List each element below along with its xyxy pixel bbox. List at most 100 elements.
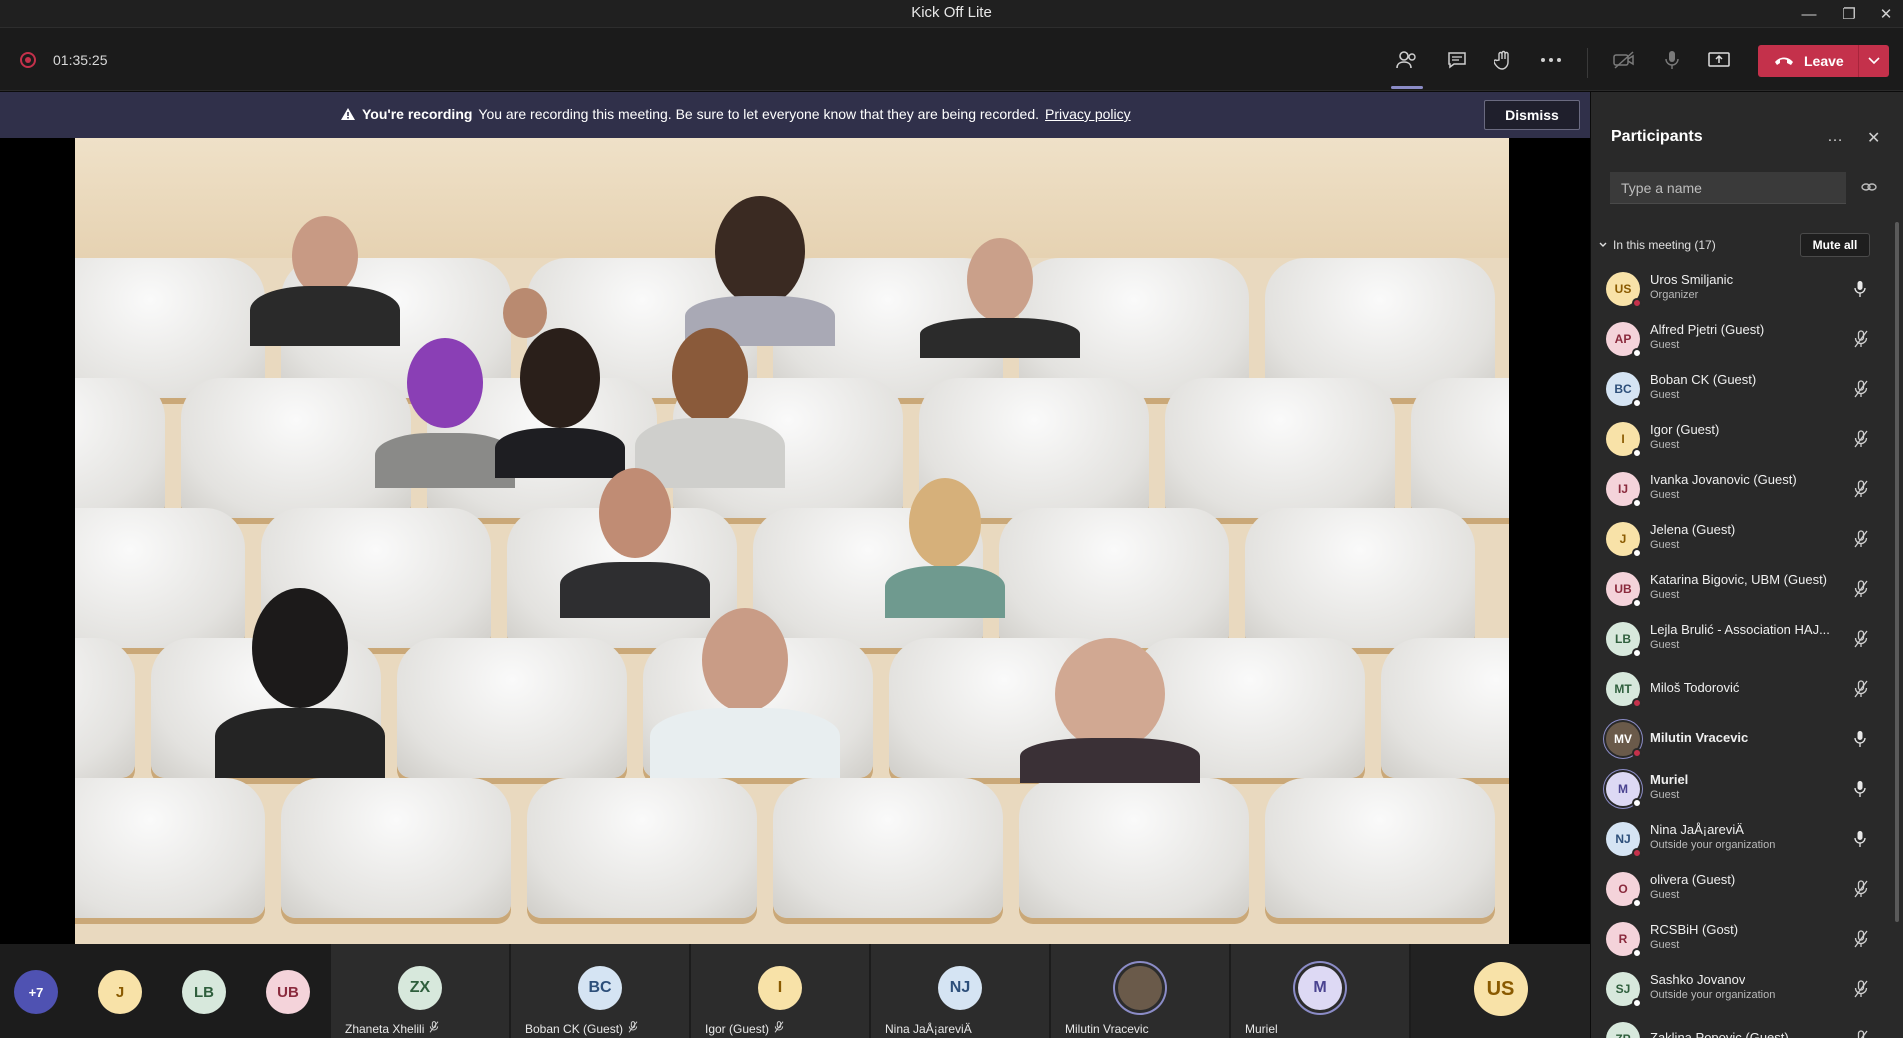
mic-toggle-button[interactable] [1656,45,1688,75]
muted-mic-icon[interactable] [1854,580,1868,603]
tile-name-label: Nina JaÅ¡areviÄ [885,1022,972,1036]
tile-name: Boban CK (Guest) [525,1021,638,1036]
participant-role: Guest [1650,439,1680,451]
privacy-policy-link[interactable]: Privacy policy [1045,106,1131,122]
mic-icon[interactable] [1854,730,1866,753]
participant-tile[interactable]: BC Boban CK (Guest) [511,944,689,1038]
presence-status-icon [1632,498,1642,508]
panel-more-options-button[interactable]: … [1827,128,1843,146]
dismiss-button[interactable]: Dismiss [1484,100,1580,130]
muted-mic-icon[interactable] [1854,330,1868,353]
together-mode-scene [75,138,1509,944]
mic-icon[interactable] [1854,780,1866,803]
participant-row[interactable]: US Uros Smiljanic Organizer [1591,264,1891,314]
participant-row[interactable]: MT Miloš Todorović [1591,664,1891,714]
camera-toggle-button[interactable] [1608,45,1640,75]
mute-all-button[interactable]: Mute all [1800,233,1870,257]
participant-row[interactable]: SJ Sashko Jovanov Outside your organizatio… [1591,964,1891,1014]
presence-status-icon [1632,898,1642,908]
muted-mic-icon[interactable] [1854,430,1868,453]
restore-button[interactable]: ❐ [1829,0,1869,28]
participant-avatar[interactable]: J [98,970,142,1014]
meeting-toolbar: 01:35:25 Leave [0,28,1903,91]
section-label: In this meeting (17) [1613,238,1716,252]
participant-row[interactable]: Oolivera (Guest) Guest [1591,864,1891,914]
show-chat-button[interactable] [1441,45,1473,75]
participant-tile[interactable]: M Muriel [1231,944,1409,1038]
participant-name: Sashko Jovanov [1650,972,1746,987]
window-title: Kick Off Lite [911,4,992,21]
overflow-participants-button[interactable]: +7 [14,970,58,1014]
muted-mic-icon[interactable] [1854,480,1868,503]
tile-name-label: Igor (Guest) [705,1021,770,1036]
presence-status-icon [1632,998,1642,1008]
participant-tile[interactable]: Milutin Vracevic [1051,944,1229,1038]
muted-mic-icon[interactable] [1854,930,1868,953]
participant-row[interactable]: M Muriel Guest [1591,764,1891,814]
muted-mic-icon[interactable] [1854,380,1868,403]
participant-role: Guest [1650,339,1680,351]
toolbar-divider [1587,48,1588,78]
participant-name: Jelena (Guest) [1650,522,1736,537]
minimize-button[interactable]: — [1789,0,1829,28]
participant-row[interactable]: R RCSBiH (Gost) Guest [1591,914,1891,964]
participant-tile[interactable]: ZX Zhaneta Xhelili [331,944,509,1038]
leave-button[interactable]: Leave [1758,45,1889,77]
muted-mic-icon[interactable] [1854,630,1868,653]
participant-name: Katarina Bigovic, UBM (Guest) [1650,572,1828,587]
muted-mic-icon[interactable] [1854,530,1868,553]
participant-row[interactable]: I Igor (Guest) Guest [1591,414,1891,464]
participants-panel: Participants … ✕ In this meeting (17) Mu… [1591,92,1903,1038]
participant-role: Guest [1650,539,1680,551]
participant-row[interactable]: AP Alfred Pjetri (Guest) Guest [1591,314,1891,364]
muted-mic-icon[interactable] [1854,880,1868,903]
seat-row [75,778,1509,918]
tile-name-label: Boban CK (Guest) [525,1021,624,1036]
participant-row[interactable]: NJ Nina JaÅ¡areviÄ Outside your organizati… [1591,814,1891,864]
participant-tile[interactable]: US [1411,944,1590,1038]
tile-avatar [1118,966,1162,1010]
title-bar: Kick Off Lite — ❐ ✕ [0,0,1903,28]
recording-message: You are recording this meeting. Be sure … [478,106,1040,122]
raise-hand-button[interactable] [1487,45,1519,75]
participant-name: Ivanka Jovanovic (Guest) [1650,472,1797,487]
participant-gallery: +7 J LB UB ZX Zhaneta Xhelili BC Boban CK (… [0,944,1590,1038]
tile-name: Igor (Guest) [705,1021,784,1036]
presence-status-icon [1632,298,1642,308]
participants-icon [1396,51,1416,69]
presence-status-icon [1632,948,1642,958]
show-participants-button[interactable] [1391,45,1423,89]
mic-icon[interactable] [1854,280,1866,303]
mic-icon[interactable] [1854,830,1866,853]
participant-row[interactable]: MV Milutin Vracevic [1591,714,1891,764]
in-meeting-section-toggle[interactable]: In this meeting (17) [1599,238,1716,252]
participant-tile[interactable]: I Igor (Guest) [691,944,869,1038]
muted-mic-icon[interactable] [1854,980,1868,1003]
hang-up-icon [1774,56,1800,66]
muted-mic-icon[interactable] [1854,680,1868,703]
participant-row[interactable]: LB Lejla Brulić - Association HAJ... Guest [1591,614,1891,664]
chat-icon [1448,52,1466,69]
participant-row[interactable]: ZP Zaklina Popovic (Guest) [1591,1014,1891,1038]
participant-row[interactable]: BC Boban CK (Guest) Guest [1591,364,1891,414]
leave-options-chevron-icon[interactable] [1862,45,1886,77]
close-window-button[interactable]: ✕ [1866,0,1903,28]
participant-row[interactable]: IJ Ivanka Jovanovic (Guest) Guest [1591,464,1891,514]
more-actions-button[interactable] [1535,45,1567,75]
participant-tile[interactable]: NJ Nina JaÅ¡areviÄ [871,944,1049,1038]
presence-status-icon [1632,598,1642,608]
participant-search-input[interactable] [1610,172,1846,204]
panel-scrollbar[interactable] [1895,222,1899,922]
participant-row[interactable]: UB Katarina Bigovic, UBM (Guest) Guest [1591,564,1891,614]
muted-mic-icon[interactable] [1854,1030,1868,1038]
panel-close-icon[interactable]: ✕ [1867,128,1880,148]
tile-avatar: NJ [938,966,982,1010]
participant-name: RCSBiH (Gost) [1650,922,1739,937]
participant-row[interactable]: J Jelena (Guest) Guest [1591,514,1891,564]
share-screen-button[interactable] [1703,45,1735,75]
participant-avatar[interactable]: UB [266,970,310,1014]
presence-status-icon [1632,548,1642,558]
participant-avatar[interactable]: LB [182,970,226,1014]
share-invite-button[interactable] [1861,180,1877,198]
participant-role: Guest [1650,489,1680,501]
